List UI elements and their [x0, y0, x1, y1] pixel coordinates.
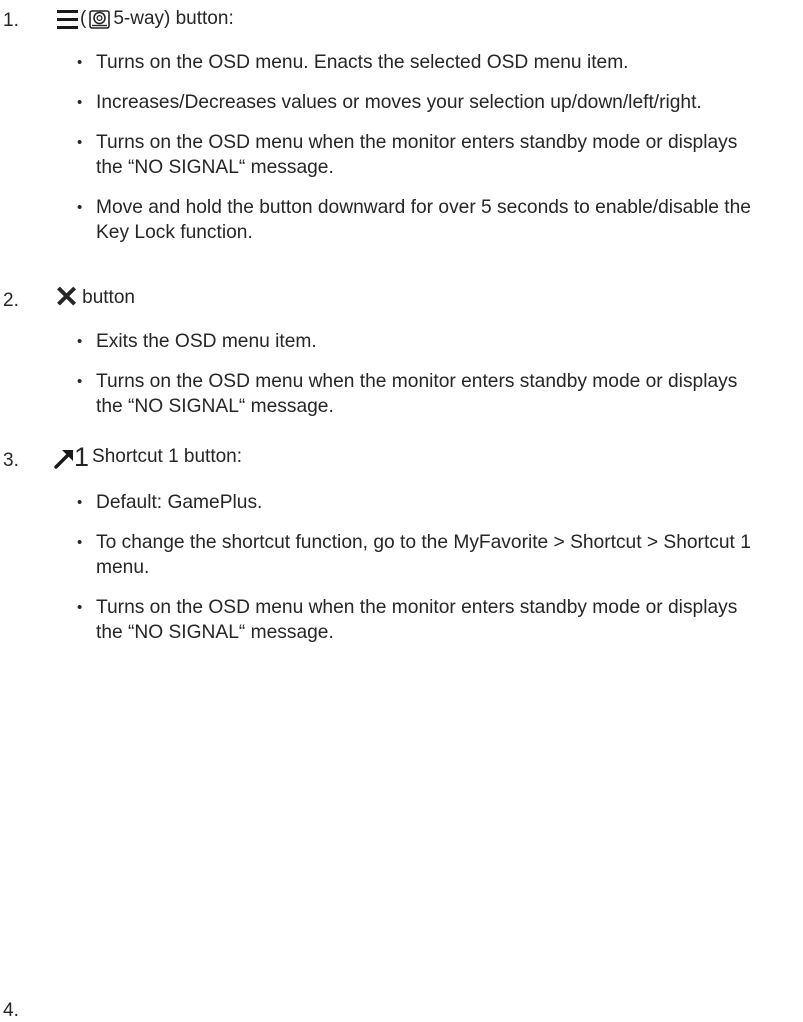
list-item: Turns on the OSD menu when the monitor e… [0, 369, 756, 419]
bullet-list: Default: GamePlus. To change the shortcu… [0, 490, 756, 645]
heading-open-paren: ( [80, 8, 87, 29]
item-number: 3. [3, 450, 19, 471]
item-number: 4. [3, 1000, 19, 1021]
bullet-list: Turns on the OSD menu. Enacts the select… [0, 50, 756, 245]
joystick-5way-icon [89, 10, 111, 29]
heading-text: 5-way) button: [113, 8, 234, 29]
item-number: 2. [3, 290, 19, 311]
menu-icon [57, 9, 78, 29]
close-x-icon: ✕ [54, 281, 80, 314]
shortcut-digit: 1 [74, 442, 90, 472]
list-item: To change the shortcut function, go to t… [0, 530, 756, 580]
heading-text: button [82, 287, 135, 308]
list-item: Move and hold the button downward for ov… [0, 195, 756, 245]
item-heading: ( 5-way) button: [57, 8, 234, 30]
heading-text: Shortcut 1 button: [92, 446, 243, 467]
item-heading: 1 Shortcut 1 button: [54, 442, 243, 472]
shortcut-arrow-icon [54, 450, 73, 469]
list-item: Default: GamePlus. [0, 490, 756, 515]
list-item: Exits the OSD menu item. [0, 329, 756, 354]
list-item: Turns on the OSD menu when the monitor e… [0, 595, 756, 645]
list-item: Turns on the OSD menu. Enacts the select… [0, 50, 756, 75]
shortcut-1-icon: 1 [54, 442, 90, 472]
list-item: Increases/Decreases values or moves your… [0, 90, 756, 115]
item-heading: ✕ button [54, 281, 135, 314]
item-number: 1. [3, 10, 19, 31]
list-item: Turns on the OSD menu when the monitor e… [0, 130, 756, 180]
bullet-list: Exits the OSD menu item. Turns on the OS… [0, 329, 756, 419]
